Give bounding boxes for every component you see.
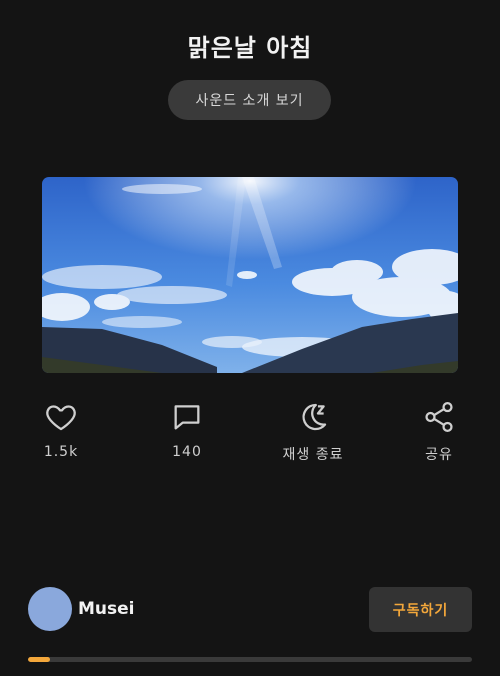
sound-intro-button[interactable]: 사운드 소개 보기 — [168, 80, 331, 120]
cover-image — [42, 177, 458, 373]
subscribe-button[interactable]: 구독하기 — [369, 587, 472, 632]
share-button[interactable]: 공유 — [384, 400, 494, 464]
share-icon — [384, 400, 494, 434]
heart-icon — [6, 400, 116, 434]
creator-profile[interactable]: Musei — [28, 586, 135, 632]
sleep-timer-button[interactable]: 재생 종료 — [258, 400, 368, 464]
playback-progress-fill — [28, 657, 51, 662]
comment-count: 140 — [172, 444, 202, 460]
share-label: 공유 — [425, 447, 453, 463]
like-count: 1.5k — [43, 444, 79, 460]
creator-name[interactable]: Musei — [78, 599, 135, 619]
comment-icon — [132, 400, 242, 434]
like-button[interactable]: 1.5k — [6, 400, 116, 460]
page-title: 맑은날 아침 — [187, 34, 313, 62]
avatar[interactable] — [28, 587, 72, 631]
sleep-timer-icon — [258, 400, 368, 434]
playback-progress-bar[interactable] — [28, 657, 472, 662]
action-bar: 1.5k 140 재생 종료 공유 — [0, 400, 500, 470]
sleep-timer-label: 재생 종료 — [282, 447, 344, 463]
comment-button[interactable]: 140 — [132, 400, 242, 460]
